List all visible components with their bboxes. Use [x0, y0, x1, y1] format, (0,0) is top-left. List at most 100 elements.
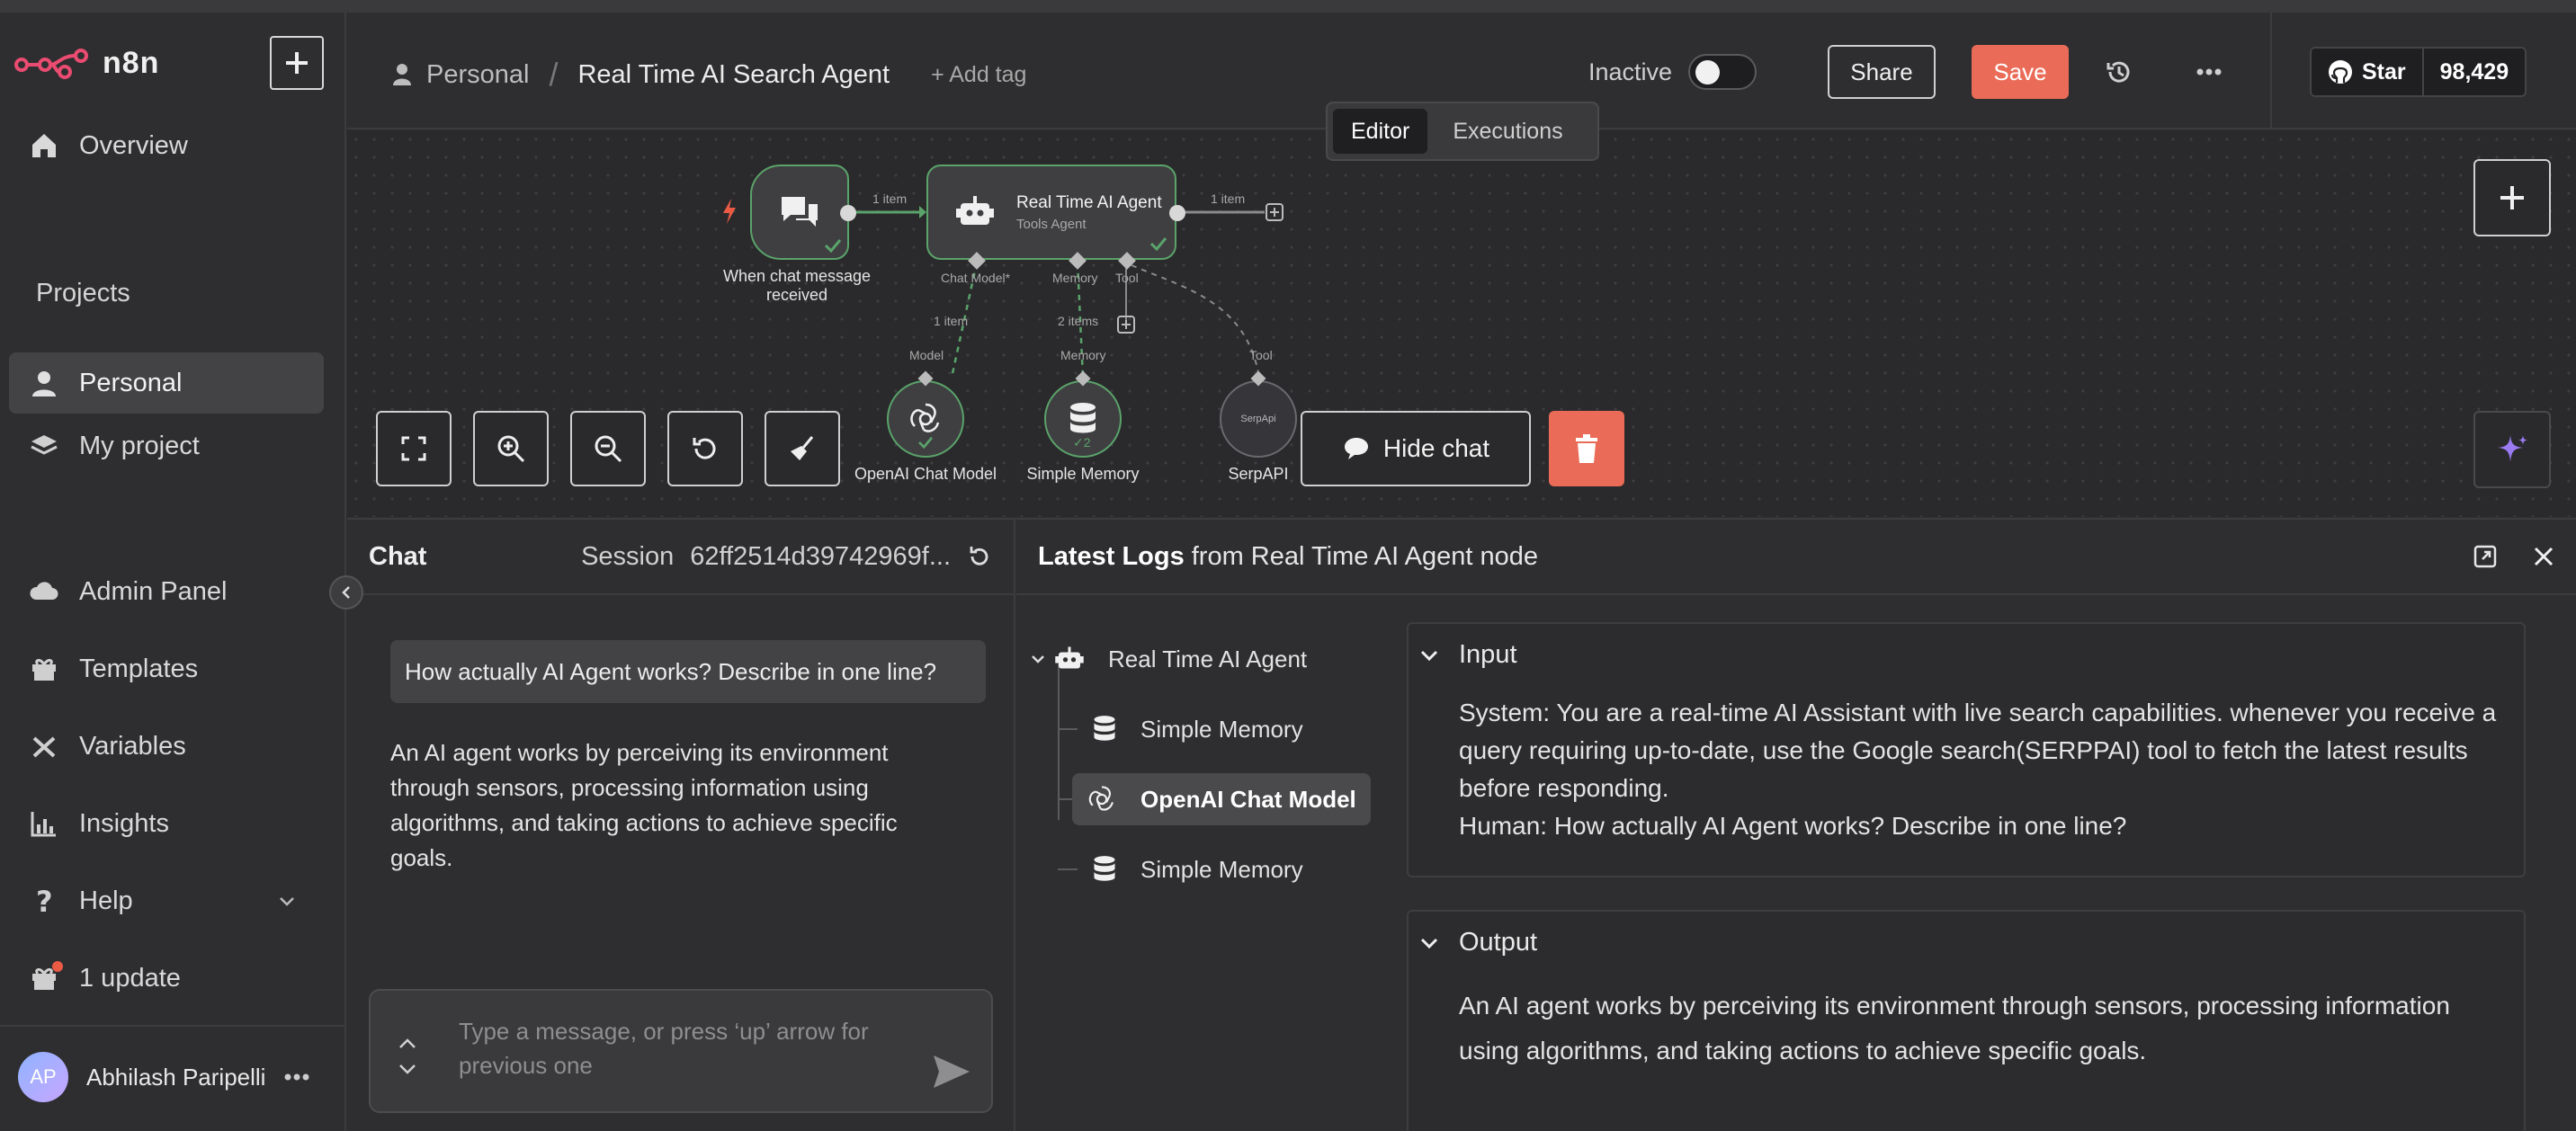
github-star-widget[interactable]: Star 98,429 — [2310, 47, 2527, 97]
logs-actions — [2473, 545, 2554, 568]
user-icon — [393, 64, 411, 85]
send-icon[interactable] — [932, 1054, 971, 1090]
plus-icon — [286, 52, 308, 74]
more-icon[interactable] — [283, 1073, 310, 1082]
github-icon — [2329, 60, 2352, 84]
edge-label: 1 item — [934, 314, 969, 328]
history-button[interactable] — [2103, 56, 2135, 88]
chat-bubbles-icon — [782, 197, 818, 227]
top-edge-bar — [0, 0, 2576, 13]
home-icon — [32, 134, 56, 157]
tree-connector — [1058, 868, 1078, 870]
tab-editor[interactable]: Editor — [1333, 109, 1428, 154]
tree-item-memory[interactable]: Simple Memory — [1078, 843, 1318, 895]
user-menu[interactable]: AP Abhilash Paripelli — [18, 1052, 310, 1102]
projects-heading: Projects — [36, 279, 130, 307]
github-star-label: Star — [2362, 58, 2406, 85]
workflow-title[interactable]: Real Time AI Search Agent — [577, 60, 890, 90]
logs-title: Latest Logs — [1038, 541, 1185, 571]
chevron-down-icon — [1420, 938, 1438, 948]
refresh-icon[interactable] — [967, 544, 992, 569]
chevron-down-icon — [1032, 655, 1044, 663]
node-ai-agent[interactable]: Real Time AI Agent Tools Agent — [926, 165, 1176, 260]
header-divider — [2270, 13, 2272, 129]
output-toggle[interactable]: Output — [1419, 928, 1537, 957]
clear-execution-button[interactable] — [1549, 411, 1624, 486]
logs-header: Latest Logs from Real Time AI Agent node — [1016, 520, 2576, 595]
workflow-canvas[interactable]: Editor Executions When chat message rece… — [347, 102, 2576, 517]
sidebar-item-overview[interactable]: Overview — [9, 115, 324, 176]
sidebar-item-personal[interactable]: Personal — [9, 352, 324, 414]
session-id[interactable]: 62ff2514d39742969f... — [690, 542, 951, 572]
notification-dot — [52, 961, 63, 972]
brand[interactable]: n8n — [14, 45, 159, 81]
history-arrows — [398, 1037, 417, 1075]
fit-view-button[interactable] — [376, 411, 452, 486]
breadcrumb-project[interactable]: Personal — [426, 60, 529, 90]
tree-item-label: Simple Memory — [1140, 715, 1303, 743]
more-options-button[interactable] — [2193, 56, 2225, 88]
input-system-text: System: You are a real-time AI Assistant… — [1459, 699, 2497, 802]
tree-item-label: Real Time AI Agent — [1108, 645, 1308, 672]
openai-icon — [1088, 786, 1114, 811]
sidebar-item-help[interactable]: ? Help — [9, 870, 324, 931]
avatar: AP — [18, 1052, 68, 1102]
chat-input-placeholder[interactable]: Type a message, or press ‘up’ arrow for … — [459, 1014, 881, 1082]
agent-text: Real Time AI Agent Tools Agent — [1016, 193, 1162, 232]
view-tabs: Editor Executions — [1326, 102, 1599, 161]
sidebar-item-label: Help — [79, 886, 133, 915]
close-icon[interactable] — [2533, 546, 2554, 567]
zoom-in-button[interactable] — [473, 411, 549, 486]
sidebar-item-admin-panel[interactable]: Admin Panel — [9, 561, 324, 622]
port-label: Memory — [1052, 271, 1098, 285]
serpapi-logo: SerpApi — [1240, 414, 1276, 424]
node-serpapi[interactable]: SerpApi — [1220, 380, 1297, 458]
check-icon — [918, 436, 934, 449]
zoom-out-button[interactable] — [570, 411, 646, 486]
chat-panel: Chat Session 62ff2514d39742969f... How a… — [347, 518, 1015, 1131]
chat-input[interactable]: Type a message, or press ‘up’ arrow for … — [369, 989, 993, 1113]
save-button[interactable]: Save — [1972, 45, 2069, 99]
node-openai-chat-model[interactable] — [887, 380, 964, 458]
tree-item-memory[interactable]: Simple Memory — [1078, 703, 1318, 755]
node-simple-memory[interactable]: ✓2 — [1044, 380, 1122, 458]
tidy-up-button[interactable] — [765, 411, 840, 486]
chevron-down-icon — [1420, 650, 1438, 661]
sidebar-item-templates[interactable]: Templates — [9, 638, 324, 699]
share-button[interactable]: Share — [1828, 45, 1936, 99]
active-switch[interactable] — [1688, 54, 1758, 90]
add-tag-button[interactable]: + Add tag — [931, 62, 1026, 88]
collapse-sidebar-button[interactable] — [329, 575, 363, 610]
popout-icon[interactable] — [2473, 545, 2497, 568]
output-port[interactable] — [840, 205, 856, 221]
github-star-button[interactable]: Star — [2312, 49, 2424, 95]
node-chat-trigger[interactable] — [750, 165, 849, 260]
ai-assistant-button[interactable] — [2473, 411, 2551, 488]
output-port[interactable] — [1169, 205, 1185, 221]
tree-item-openai[interactable]: OpenAI Chat Model — [1072, 773, 1371, 825]
breadcrumb: Personal / Real Time AI Search Agent + A… — [392, 56, 1026, 94]
sidebar-item-insights[interactable]: Insights — [9, 793, 324, 854]
memory-badge: ✓2 — [1073, 435, 1091, 450]
database-icon — [1070, 403, 1096, 433]
user-icon — [32, 371, 56, 396]
tree-item-agent[interactable]: Real Time AI Agent — [1016, 633, 1321, 685]
sidebar-item-variables[interactable]: Variables — [9, 716, 324, 777]
hide-chat-button[interactable]: Hide chat — [1301, 411, 1531, 486]
session-label: Session — [581, 541, 675, 571]
sidebar-item-my-project[interactable]: My project — [9, 430, 324, 466]
n8n-logo-icon — [14, 49, 88, 79]
brand-name: n8n — [103, 45, 160, 80]
sidebar-item-updates[interactable]: 1 update — [9, 948, 324, 1009]
output-text: An AI agent works by perceiving its envi… — [1459, 992, 2450, 1064]
input-toggle[interactable]: Input — [1419, 640, 1517, 670]
tab-executions[interactable]: Executions — [1435, 109, 1580, 154]
history-icon — [2106, 61, 2130, 83]
status-label: Inactive — [1588, 58, 1673, 85]
chevron-up-icon[interactable] — [398, 1037, 417, 1050]
chat-title: Chat — [369, 541, 427, 571]
create-button[interactable] — [270, 36, 324, 90]
reset-zoom-button[interactable] — [667, 411, 743, 486]
add-node-button[interactable] — [2473, 159, 2551, 236]
chevron-down-icon[interactable] — [398, 1063, 417, 1075]
